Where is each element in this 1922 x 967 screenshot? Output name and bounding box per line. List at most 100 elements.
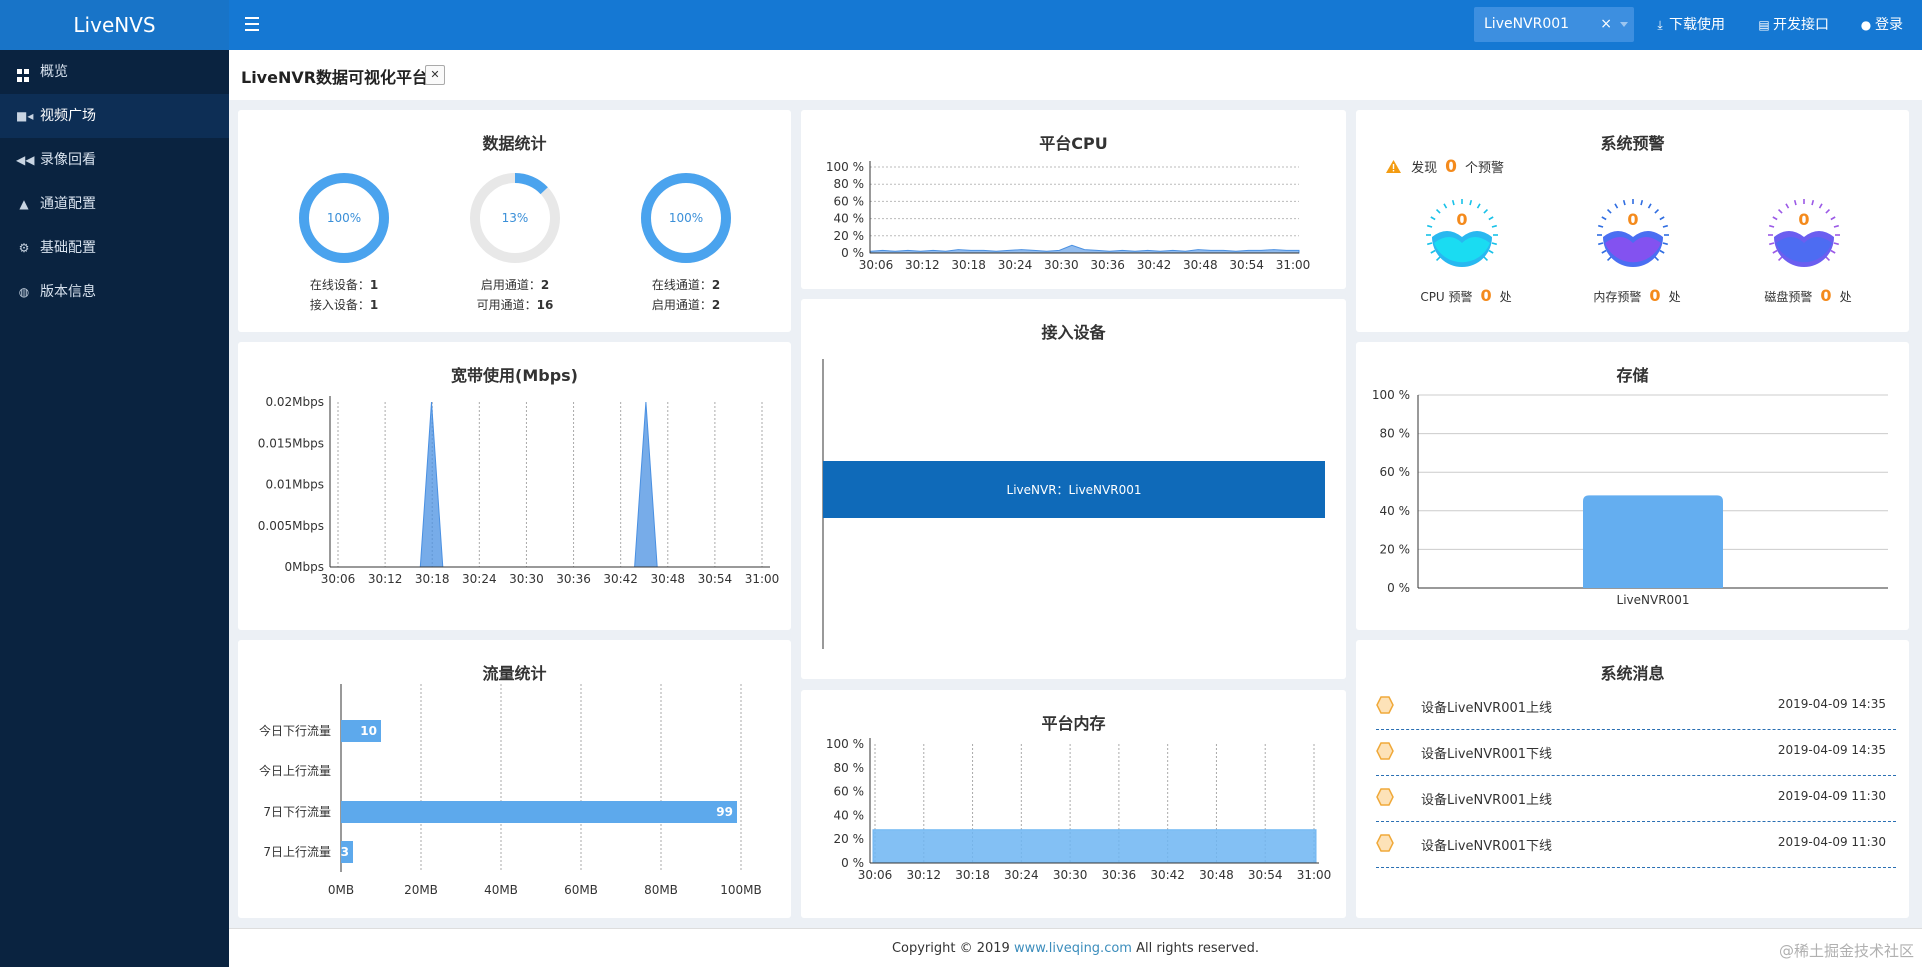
message-item[interactable]: 设备LiveNVR001下线 2019-04-09 14:35 bbox=[1376, 730, 1896, 776]
chevron-down-icon[interactable] bbox=[1620, 22, 1628, 27]
gauge-tick bbox=[1430, 249, 1436, 254]
sidebar-item-video-square[interactable]: ■◂ 视频广场 bbox=[0, 94, 229, 138]
hexagon-icon bbox=[1376, 696, 1394, 714]
gauge-tick bbox=[1443, 203, 1448, 209]
gauge-tick bbox=[1469, 200, 1473, 206]
app-logo[interactable]: LiveNVS bbox=[0, 0, 229, 50]
x-tick-label: 40MB bbox=[484, 883, 518, 897]
x-tick-label: 30:06 bbox=[858, 868, 893, 882]
gauge-tick bbox=[1598, 224, 1604, 228]
messages-title: 系统消息 bbox=[1600, 664, 1665, 683]
sidebar-item-channel-config[interactable]: ▲ 通道配置 bbox=[0, 182, 229, 226]
x-tick-label: 30:12 bbox=[905, 258, 940, 272]
video-icon: ■◂ bbox=[16, 109, 34, 123]
x-tick-label: 31:00 bbox=[1297, 868, 1332, 882]
y-tick-label: 0Mbps bbox=[285, 560, 324, 574]
top-header: LiveNVS LiveNVR001 × ⤓ 下载使用 ▤ 开发接口 ● 登录 bbox=[0, 0, 1922, 50]
x-tick-label: 31:00 bbox=[1276, 258, 1311, 272]
x-tick-label: 30:12 bbox=[906, 868, 941, 882]
series-area bbox=[330, 401, 770, 568]
gauge-tick bbox=[1647, 203, 1652, 209]
bar-data-label: 10 bbox=[360, 724, 377, 738]
dashboard-icon bbox=[16, 67, 30, 83]
alerts-panel: 系统预警 发现 0 个预警 000 CPU 预警 0 处 内存预警 0 处 磁盘预警 0 处 bbox=[1356, 110, 1909, 332]
gauge-tick bbox=[1825, 256, 1831, 262]
login-link[interactable]: ● 登录 bbox=[1860, 0, 1903, 50]
y-tick-label: 100 % bbox=[826, 737, 864, 751]
fullscreen-button[interactable]: ✕ bbox=[425, 65, 445, 85]
globe-icon: ◍ bbox=[18, 285, 30, 299]
download-label: 下载使用 bbox=[1669, 17, 1725, 33]
x-tick-label: 30:30 bbox=[509, 572, 544, 586]
sidebar-item-overview[interactable]: 概览 bbox=[0, 50, 229, 94]
storage-bar bbox=[1583, 495, 1723, 588]
x-tick-label: 31:00 bbox=[745, 572, 780, 586]
memory-panel: 平台内存 0 % 20 % 40 % 60 % 80 % 100 % 30:06 30:12 3… bbox=[801, 690, 1346, 918]
cpu-alert-label: CPU 预警 0 处 bbox=[1420, 286, 1512, 305]
user-icon: ● bbox=[1860, 18, 1872, 32]
traffic-chart: 0MB 20MB 40MB 60MB 80MB 100MB 今日下行流量 10 今日上行流量 7日… bbox=[259, 684, 762, 897]
gauge-tick bbox=[1606, 256, 1612, 262]
y-tick-label: 80 % bbox=[834, 761, 865, 775]
gauge-tick bbox=[1598, 242, 1604, 246]
sidebar-item-playback[interactable]: ◀◀ 录像回看 bbox=[0, 138, 229, 182]
api-label: 开发接口 bbox=[1773, 17, 1829, 33]
device-select[interactable]: LiveNVR001 × bbox=[1474, 7, 1634, 42]
sidebar-item-label: 通道配置 bbox=[40, 196, 96, 212]
gauge-tick bbox=[1772, 216, 1778, 221]
road-icon: ▲ bbox=[19, 197, 29, 211]
gauge-tick bbox=[1451, 200, 1455, 206]
y-tick-label: 20 % bbox=[1380, 542, 1411, 556]
x-tick-label: 30:18 bbox=[951, 258, 986, 272]
gauge-tick bbox=[1601, 216, 1607, 221]
message-item[interactable]: 设备LiveNVR001上线 2019-04-09 11:30 bbox=[1376, 776, 1896, 822]
message-item[interactable]: 设备LiveNVR001上线 2019-04-09 14:35 bbox=[1376, 684, 1896, 730]
footer-prefix: Copyright © 2019 bbox=[891, 941, 1014, 956]
y-tick-label: 0.005Mbps bbox=[258, 519, 324, 533]
x-tick-label: 30:48 bbox=[1199, 868, 1234, 882]
ring-2-label: 启用通道：2 可用通道：16 bbox=[476, 278, 554, 312]
book-icon: ▤ bbox=[1758, 18, 1770, 32]
gauge-value: 0 bbox=[1627, 210, 1638, 229]
message-text: 设备LiveNVR001下线 bbox=[1421, 839, 1553, 854]
message-text: 设备LiveNVR001上线 bbox=[1421, 793, 1553, 808]
gauge-tick bbox=[1622, 200, 1626, 206]
gauge-tick bbox=[1435, 208, 1441, 214]
clear-icon[interactable]: × bbox=[1600, 7, 1612, 42]
cogs-icon: ⚙ bbox=[18, 241, 30, 255]
gauge-tick bbox=[1659, 216, 1665, 221]
x-tick-label: 30:36 bbox=[556, 572, 591, 586]
x-tick-label: 30:54 bbox=[698, 572, 733, 586]
footer: Copyright © 2019 www.liveqing.com All ri… bbox=[229, 928, 1922, 967]
y-tick-label: 60 % bbox=[1380, 465, 1411, 479]
y-tick-label: 0 % bbox=[1387, 581, 1410, 595]
gauge-tick bbox=[1488, 249, 1494, 254]
gauge-tick bbox=[1654, 256, 1660, 262]
device-select-value: LiveNVR001 bbox=[1484, 16, 1570, 32]
download-link[interactable]: ⤓ 下载使用 bbox=[1654, 0, 1725, 50]
menu-toggle-icon[interactable] bbox=[240, 13, 264, 37]
x-tick-label: 30:24 bbox=[462, 572, 497, 586]
message-text: 设备LiveNVR001上线 bbox=[1421, 701, 1553, 716]
sidebar-item-version[interactable]: ◍ 版本信息 bbox=[0, 270, 229, 314]
ring-percent: 13% bbox=[502, 211, 529, 225]
x-tick-label: 20MB bbox=[404, 883, 438, 897]
x-tick-label: 30:30 bbox=[1044, 258, 1079, 272]
download-icon: ⤓ bbox=[1657, 18, 1663, 32]
bar-data-label: LiveNVR：LiveNVR001 bbox=[1007, 483, 1142, 497]
api-link[interactable]: ▤ 开发接口 bbox=[1758, 0, 1829, 50]
hexagon-icon bbox=[1376, 834, 1394, 852]
message-item[interactable]: 设备LiveNVR001下线 2019-04-09 11:30 bbox=[1376, 822, 1896, 868]
sidebar-item-label: 录像回看 bbox=[40, 152, 96, 168]
x-tick-label: 30:30 bbox=[1053, 868, 1088, 882]
bandwidth-panel: 宽带使用(Mbps) 0Mbps 0.005Mbps 0.01Mbps 0.015Mb… bbox=[238, 342, 791, 630]
messages-panel: 系统消息 设备LiveNVR001上线 2019-04-09 14:35 设备L… bbox=[1356, 640, 1909, 918]
y-tick-label: 0.01Mbps bbox=[265, 478, 324, 492]
gauge-tick bbox=[1654, 208, 1660, 214]
traffic-bar bbox=[341, 801, 737, 823]
gauge-tick bbox=[1430, 216, 1436, 221]
gauge-tick bbox=[1483, 256, 1489, 262]
footer-link[interactable]: www.liveqing.com bbox=[1014, 941, 1132, 956]
gauge-tick bbox=[1427, 242, 1433, 246]
sidebar-item-basic-config[interactable]: ⚙ 基础配置 bbox=[0, 226, 229, 270]
